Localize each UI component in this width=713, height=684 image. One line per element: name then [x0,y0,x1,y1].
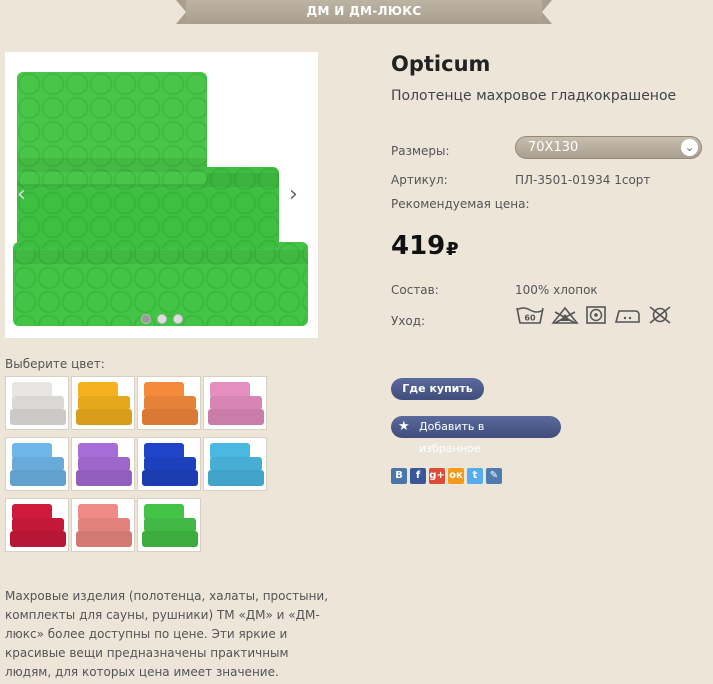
article-label: Артикул: [391,173,448,187]
section-title: ДМ И ДМ-ЛЮКС [186,0,542,24]
odnoklassniki-icon[interactable]: ок [448,468,464,484]
google-plus-icon[interactable]: g+ [429,468,445,484]
color-swatch-violet[interactable] [71,437,135,491]
gallery-prev-arrow-icon[interactable]: ‹ [17,182,26,207]
color-swatch-yellow[interactable] [71,376,135,430]
swatch-towel [76,470,132,486]
swatch-towel [210,457,262,471]
livejournal-icon[interactable]: ✎ [486,468,502,484]
swatch-towel [210,396,262,410]
swatch-towel [76,531,132,547]
size-select-value: 70Х130 [528,140,579,155]
composition-value: 100% хлопок [515,283,598,297]
gallery-dot-1[interactable] [141,314,151,324]
add-to-favorites-button[interactable]: ★ Добавить в избранное [391,416,561,455]
swatch-towel [142,531,198,547]
swatch-towel [144,396,196,410]
swatch-towel [12,396,64,410]
care-icons: 60 [515,305,673,325]
swatch-towel [12,518,64,532]
gallery-dot-2[interactable] [157,314,167,324]
swatch-towel [144,518,196,532]
twitter-icon[interactable]: t [467,468,483,484]
swatch-towel [78,396,130,410]
swatch-towel [142,470,198,486]
recommended-price-label: Рекомендуемая цена: [391,197,530,211]
brand-description: Махровые изделия (полотенца, халаты, про… [5,589,329,679]
no-dry-clean-icon [649,306,671,324]
product-gallery: ‹ › [5,52,318,338]
swatch-towel [144,457,196,471]
price-value: 419 [391,231,446,261]
care-label: Уход: [391,314,426,328]
color-swatch-crimson[interactable] [5,498,69,552]
social-share-bar: Bf g+ ок t ✎ [391,468,502,484]
swatch-towel [76,409,132,425]
sizes-label: Размеры: [391,144,450,158]
chevron-down-icon: ⌄ [681,139,698,156]
color-swatch-turquoise[interactable] [203,437,267,491]
article-value: ПЛ-3501-01934 1сорт [515,173,651,187]
ribbon-tail-right [542,0,552,24]
swatch-towel [10,409,66,425]
swatch-towel [78,457,130,471]
currency-symbol: ₽ [446,239,459,260]
color-swatch-pink[interactable] [203,376,267,430]
color-swatch-salmon[interactable] [71,498,135,552]
color-swatch-green[interactable] [137,498,201,552]
gallery-next-arrow-icon[interactable]: › [289,182,298,207]
swatch-towel [10,470,66,486]
wash-60-icon: 60 [516,307,544,324]
color-swatch-white[interactable] [5,376,69,430]
wash-temp: 60 [524,314,536,323]
add-to-favorites-label: Добавить в избранное [419,420,485,455]
size-select[interactable]: 70Х130 ⌄ [515,136,702,159]
color-picker-label: Выберите цвет: [5,357,105,371]
swatch-towel [208,470,264,486]
towel-top [17,72,207,184]
composition-label: Состав: [391,283,439,297]
ribbon-tail-left [176,0,186,24]
swatch-towel [10,531,66,547]
section-ribbon: ДМ И ДМ-ЛЮКС [176,0,552,24]
color-swatch-blue[interactable] [137,437,201,491]
swatch-towel [142,409,198,425]
color-swatch-orange[interactable] [137,376,201,430]
where-to-buy-button[interactable]: Где купить [391,378,484,400]
gallery-dot-3[interactable] [173,314,183,324]
swatch-towel [12,457,64,471]
vkontakte-icon[interactable]: B [391,468,407,484]
bleach-icon [551,306,579,324]
color-swatch-light-blue[interactable] [5,437,69,491]
star-icon: ★ [398,419,410,434]
swatch-towel [78,518,130,532]
product-title: Opticum [391,52,491,76]
iron-icon [614,310,640,323]
facebook-icon[interactable]: f [410,468,426,484]
tumble-dry-icon [586,306,606,324]
product-subtitle: Полотенце махровое гладкокрашеное [391,88,677,104]
swatch-towel [208,409,264,425]
gallery-pagination [141,314,183,324]
